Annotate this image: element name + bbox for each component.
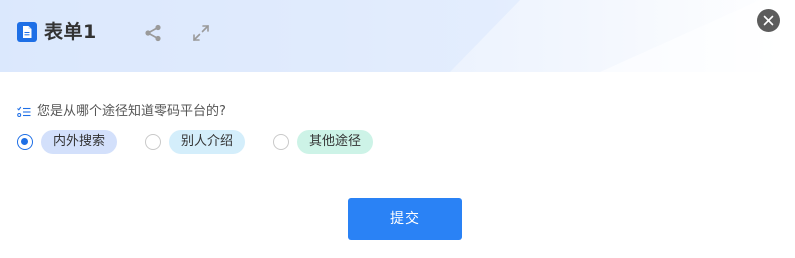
option-other[interactable]: 其他途径 <box>273 129 374 155</box>
expand-icon[interactable] <box>191 23 211 43</box>
share-icon[interactable] <box>143 23 163 43</box>
option-referral[interactable]: 别人介绍 <box>145 129 246 155</box>
submit-button[interactable]: 提交 <box>348 198 462 240</box>
document-icon <box>17 22 37 42</box>
radio-button[interactable] <box>145 134 161 150</box>
question-label: 您是从哪个途径知道零码平台的? <box>17 103 226 121</box>
form-title: 表单1 <box>44 21 97 43</box>
option-label: 其他途径 <box>297 130 374 154</box>
option-label: 别人介绍 <box>169 130 246 154</box>
form-header: 表单1 <box>0 0 795 72</box>
checklist-icon <box>17 106 31 117</box>
header-background-decoration <box>0 0 795 72</box>
radio-button[interactable] <box>17 134 33 150</box>
question-text: 您是从哪个途径知道零码平台的? <box>37 104 226 119</box>
close-icon <box>763 15 774 26</box>
close-button[interactable] <box>757 9 780 32</box>
option-label: 内外搜索 <box>41 130 118 154</box>
radio-button[interactable] <box>273 134 289 150</box>
option-search[interactable]: 内外搜索 <box>17 129 118 155</box>
